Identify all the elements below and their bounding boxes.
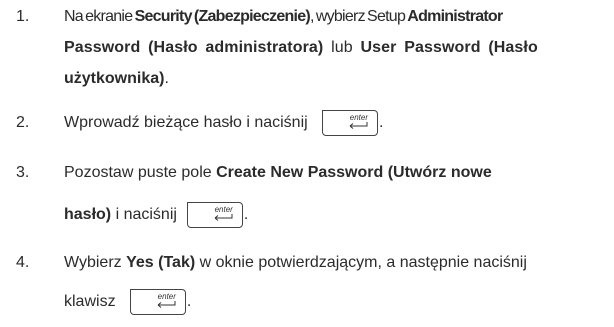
enter-key: enter <box>186 202 243 228</box>
step-number: 3. <box>16 164 30 181</box>
step-number: 4. <box>16 254 30 271</box>
enter-key: enter <box>322 110 379 136</box>
enter-key: enter <box>129 289 186 315</box>
step-2-line-1: Wprowadź bieżące hasło i naciśnij enter. <box>64 110 383 136</box>
step-4-line-1: Wybierz Yes (Tak) w oknie potwierdzający… <box>64 254 527 271</box>
enter-arrow-icon <box>349 122 368 129</box>
step-3-line-2: hasło) i naciśnij enter. <box>64 202 248 228</box>
step-3-line-1: Pozostaw puste pole Create New Password … <box>64 164 492 181</box>
step-1-line-1: Na ekranie Security (Zabezpieczenie), wy… <box>64 8 503 25</box>
enter-arrow-icon <box>214 214 233 221</box>
enter-arrow-icon <box>157 301 176 308</box>
step-1-line-2: Password (Hasło administratora) lub User… <box>64 39 538 56</box>
step-4-line-2: klawisz enter. <box>64 289 191 315</box>
step-number: 2. <box>16 114 30 131</box>
step-number: 1. <box>16 8 30 25</box>
step-1-line-3: użytkownika). <box>64 70 169 87</box>
